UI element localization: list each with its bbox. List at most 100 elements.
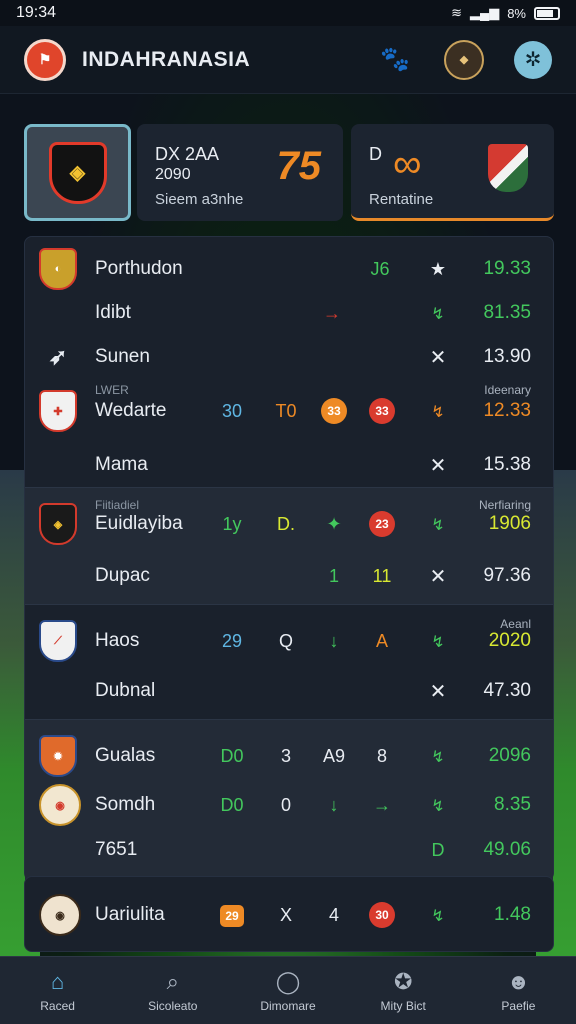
trend-icon: ↯: [431, 797, 445, 815]
app-logo[interactable]: ⚑: [24, 38, 66, 81]
list-item[interactable]: Idibt → ↯ 81.35: [25, 291, 553, 335]
team-score: 2020: [488, 630, 531, 651]
stat-value: D0: [220, 745, 244, 766]
nav-label: Sicoleato: [148, 998, 198, 1013]
team-name: Somdh: [95, 794, 156, 815]
award-icon: ✪: [393, 968, 413, 994]
star-icon[interactable]: ★: [423, 259, 453, 280]
list-item[interactable]: LWER Ideenary ✚ Wedarte 30 T0 33 33 ↯ 12…: [25, 379, 553, 443]
list-item[interactable]: Mama ✕ 15.38: [25, 443, 553, 487]
list-item[interactable]: Dubnal ✕ 47.30: [25, 669, 553, 713]
featured-card-score[interactable]: DX 2AA 2090 Sieem a3nhe 75: [137, 124, 343, 221]
home-icon: ⌂: [50, 968, 65, 994]
app-title: INDAHRANASIA: [82, 47, 251, 71]
row-right-label: Aeanl: [500, 617, 531, 631]
list-item[interactable]: ◉ Uariulita 29 X 4 30 ↯ 1.48: [25, 877, 553, 953]
nav-label: Mity Bict: [380, 998, 426, 1013]
list-group: Aeanl ⟋ Haos 29 Q ↓ A ↯ 2020 Dubnal ✕ 47…: [25, 604, 553, 719]
close-icon[interactable]: ✕: [423, 564, 453, 589]
ball-icon: ◯: [275, 968, 301, 994]
arrow-down-icon: ↓: [329, 630, 339, 651]
list-item[interactable]: Dupac 1 11 ✕ 97.36: [25, 554, 553, 598]
stat-badge: 33: [319, 398, 349, 424]
team-crest-icon: ✹: [39, 735, 77, 777]
team-name: Dubnal: [95, 680, 156, 701]
featured-card-ribbon[interactable]: D ∞ Rentatine: [351, 124, 554, 221]
team-name: Gualas: [95, 745, 156, 766]
user-icon: ☻: [506, 968, 530, 994]
team-score: 1906: [488, 513, 531, 534]
list-item[interactable]: ◉ Somdh D0 0 ↓ → ↯ 8.35: [25, 782, 553, 828]
nav-label: Paefie: [501, 998, 536, 1013]
list-item[interactable]: 7651 D 49.06: [25, 828, 553, 872]
standings-list: ◐ Porthudon J6 ★ 19.33 Idibt → ↯ 81.35 ➶…: [24, 236, 554, 881]
team-score: 2096: [488, 745, 531, 766]
stat-value: 0: [280, 794, 291, 815]
app-header: ⚑ INDAHRANASIA 🐾 ◆ ✲: [0, 26, 576, 94]
team-score: 97.36: [483, 565, 531, 586]
team-name: Mama: [95, 454, 148, 475]
stat-value: 29: [221, 630, 243, 651]
team-crest-icon: ◉: [39, 784, 81, 826]
list-item[interactable]: Fiitiadiel Nerfiaring ◈ Euidlayiba 1y D.…: [25, 494, 553, 554]
arrow-down-icon: ↓: [329, 794, 339, 815]
close-icon[interactable]: ✕: [423, 453, 453, 478]
list-item[interactable]: ◐ Porthudon J6 ★ 19.33: [25, 247, 553, 291]
featured-card2-title: D: [369, 144, 382, 164]
row-right-label: Nerfiaring: [478, 498, 531, 512]
flag-icon: [488, 144, 528, 192]
stat-value: 3: [280, 745, 291, 766]
stat-value: T0: [275, 400, 297, 421]
list-item[interactable]: ✹ Gualas D0 3 A9 8 ↯ 2096: [25, 730, 553, 782]
list-item[interactable]: ➶ Sunen ✕ 13.90: [25, 335, 553, 379]
ribbon-icon: ∞: [393, 142, 422, 186]
nav-item-profile[interactable]: ☻ Paefie: [461, 957, 576, 1024]
team-crest-icon: ◈: [39, 503, 77, 545]
nav-item-awards[interactable]: ✪ Mity Bict: [346, 957, 461, 1024]
stat-value: J6: [370, 258, 390, 279]
club-crest-icon[interactable]: ◆: [444, 39, 484, 80]
team-name: Uariulita: [95, 904, 165, 925]
stat-value: A: [375, 630, 388, 651]
close-icon[interactable]: ✕: [423, 345, 453, 370]
notification-icon[interactable]: 🐾: [376, 41, 414, 79]
stat-value: 30: [221, 400, 243, 421]
featured-team-tile[interactable]: ◈: [24, 124, 131, 221]
stat-value: 8: [376, 745, 387, 766]
featured-card-title: DX 2AA: [155, 144, 220, 164]
close-icon[interactable]: ✕: [423, 679, 453, 704]
team-score: 12.33: [483, 400, 531, 421]
stat-value: →: [373, 794, 391, 815]
team-score: 81.35: [483, 302, 531, 323]
team-name: Wedarte: [95, 400, 167, 421]
trend-icon: ↯: [431, 305, 445, 323]
list-item[interactable]: Aeanl ⟋ Haos 29 Q ↓ A ↯ 2020: [25, 613, 553, 669]
team-name: Euidlayiba: [95, 513, 183, 534]
stat-badge: 33: [367, 398, 397, 424]
team-score: 49.06: [483, 839, 531, 860]
featured-card-sub: 2090: [155, 166, 191, 183]
settings-icon[interactable]: ✲: [514, 40, 552, 79]
team-crest-icon: ➶: [48, 344, 68, 369]
team-name: 7651: [95, 839, 138, 860]
row-right-label: Ideenary: [484, 383, 531, 397]
stat-value: 1: [328, 565, 339, 586]
team-score: 1.48: [494, 904, 531, 925]
team-score: 15.38: [483, 454, 531, 475]
team-crest-icon: ◐: [39, 248, 77, 290]
team-score: 47.30: [483, 680, 531, 701]
trend-icon: ↯: [431, 907, 445, 925]
nav-item-search[interactable]: ⌕ Sicoleato: [115, 957, 230, 1024]
featured-card-big-number: 75: [276, 144, 322, 188]
nav-item-matches[interactable]: ◯ Dimomare: [230, 957, 345, 1024]
featured-card-caption: Sieem a3nhe: [155, 191, 244, 208]
battery-percent: 8%: [507, 5, 526, 21]
stat-value: Q: [278, 630, 293, 651]
team-crest-icon: ◉: [39, 894, 81, 936]
stat-value: 1y: [222, 513, 242, 534]
trend-icon: ↯: [431, 403, 445, 421]
team-crest-icon: ✚: [39, 390, 77, 432]
stat-value: A9: [322, 745, 346, 766]
nav-item-home[interactable]: ⌂ Raced: [0, 957, 115, 1024]
search-icon: ⌕: [166, 968, 179, 994]
